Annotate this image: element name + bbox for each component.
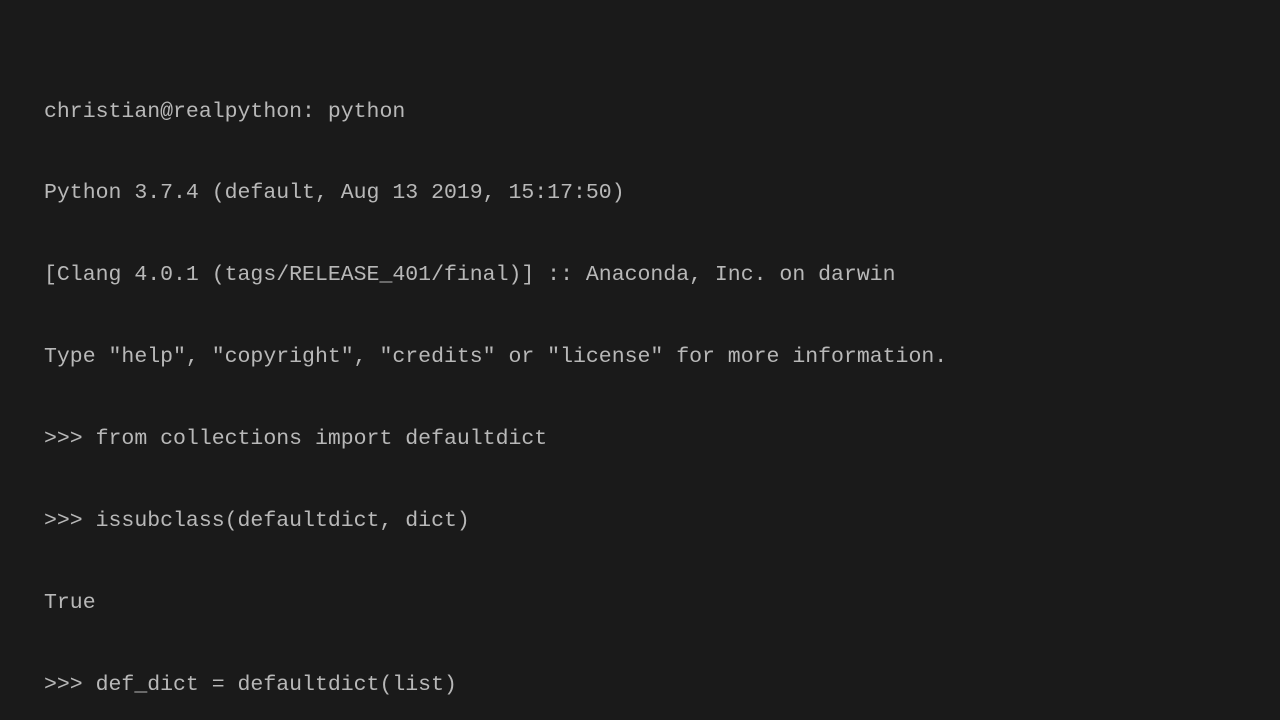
terminal-line: Python 3.7.4 (default, Aug 13 2019, 15:1… xyxy=(44,180,1280,207)
terminal-line: >>> from collections import defaultdict xyxy=(44,426,1280,453)
terminal-line: christian@realpython: python xyxy=(44,99,1280,126)
terminal-line: [Clang 4.0.1 (tags/RELEASE_401/final)] :… xyxy=(44,262,1280,289)
terminal-line: >>> def_dict = defaultdict(list) xyxy=(44,672,1280,699)
terminal[interactable]: christian@realpython: python Python 3.7.… xyxy=(44,44,1280,720)
terminal-line: Type "help", "copyright", "credits" or "… xyxy=(44,344,1280,371)
terminal-line: True xyxy=(44,590,1280,617)
terminal-line: >>> issubclass(defaultdict, dict) xyxy=(44,508,1280,535)
